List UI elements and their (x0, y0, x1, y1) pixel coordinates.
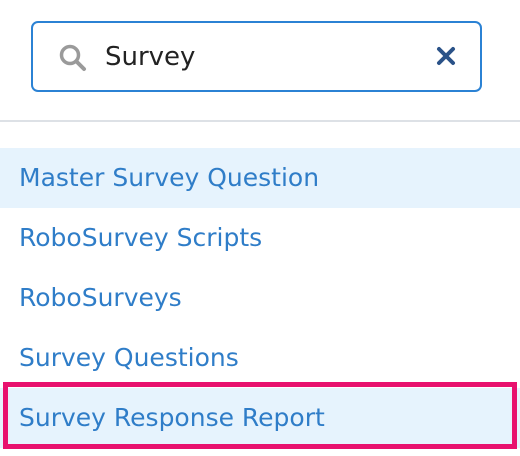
search-results-list: Master Survey Question RoboSurvey Script… (0, 148, 520, 448)
search-input[interactable] (105, 35, 405, 79)
list-item[interactable]: RoboSurvey Scripts (0, 208, 520, 268)
search-box[interactable] (31, 21, 482, 92)
search-icon (58, 43, 88, 73)
list-item[interactable]: Survey Questions (0, 328, 520, 388)
divider (0, 120, 520, 122)
clear-search-button[interactable] (429, 41, 463, 75)
list-item[interactable]: Master Survey Question (0, 148, 520, 208)
close-icon (436, 46, 456, 70)
list-item[interactable]: Survey Response Report (0, 388, 520, 448)
list-item[interactable]: RoboSurveys (0, 268, 520, 328)
